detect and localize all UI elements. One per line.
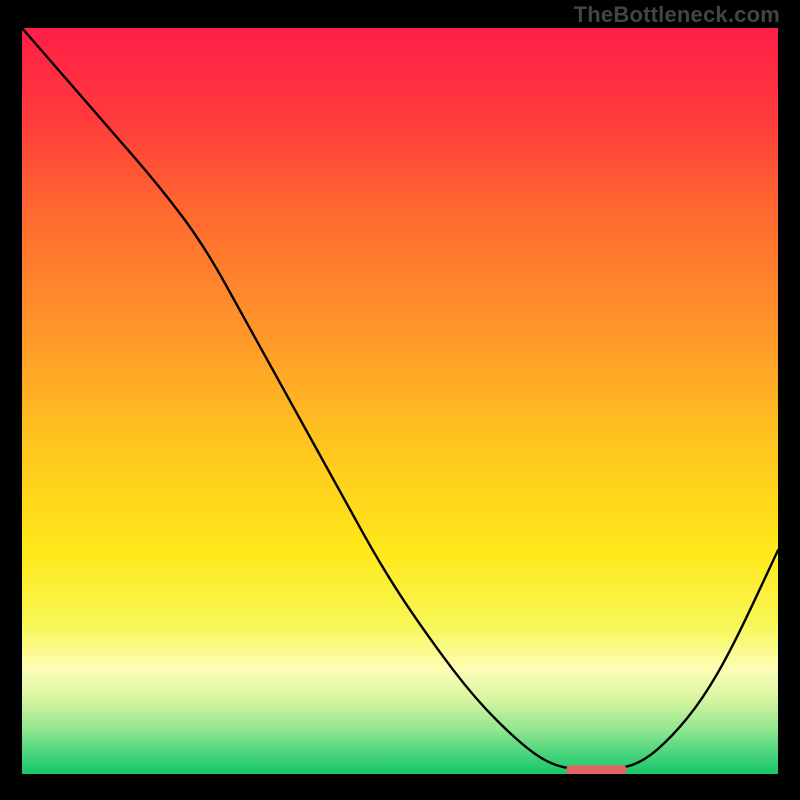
gradient-background (22, 28, 778, 774)
chart-svg (22, 28, 778, 774)
optimal-marker (566, 765, 626, 774)
watermark-text: TheBottleneck.com (574, 2, 780, 28)
plot-area (22, 28, 778, 774)
chart-frame: TheBottleneck.com (0, 0, 800, 800)
